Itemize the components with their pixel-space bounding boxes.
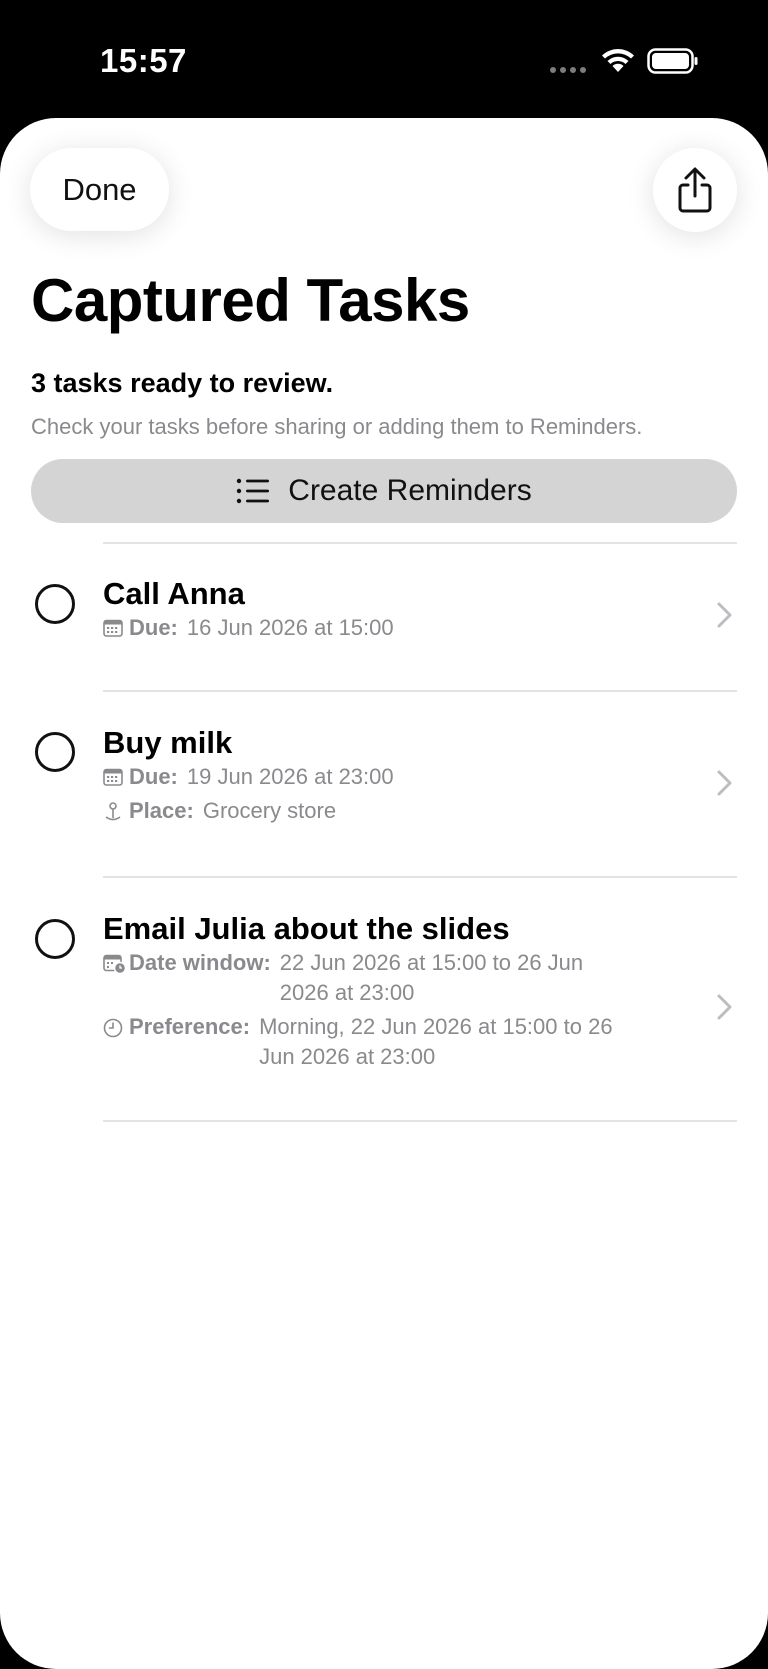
task-meta-due: Due: 19 Jun 2026 at 23:00 <box>103 762 394 792</box>
create-reminders-label: Create Reminders <box>288 474 532 507</box>
task-title: Call Anna <box>103 576 245 611</box>
task-title: Email Julia about the slides <box>103 911 510 946</box>
task-row[interactable]: Call Anna Due: 16 Jun 2026 at 15:00 <box>0 544 768 690</box>
meta-value: 16 Jun 2026 at 15:00 <box>186 615 394 640</box>
calendar-clock-icon <box>103 948 129 1008</box>
status-bar: 15:57 <box>0 0 768 118</box>
task-complete-circle[interactable] <box>35 919 75 959</box>
sheet: Done Captured Tasks 3 tasks ready to rev… <box>0 118 768 1669</box>
chevron-right-icon <box>717 602 732 628</box>
battery-icon <box>647 48 698 74</box>
task-meta-due: Due: 16 Jun 2026 at 15:00 <box>103 613 394 643</box>
calendar-icon <box>103 613 129 643</box>
meta-value: 22 Jun 2026 at 15:00 to 26 Jun 2026 at 2… <box>279 950 584 1005</box>
meta-label: Due: <box>129 615 178 640</box>
divider <box>103 1120 737 1122</box>
list-icon <box>237 478 270 504</box>
wifi-icon <box>602 49 634 72</box>
share-icon <box>678 167 712 213</box>
page-subtitle: Check your tasks before sharing or addin… <box>31 414 643 439</box>
meta-label: Place: <box>129 798 194 823</box>
task-row[interactable]: Email Julia about the slides Date window… <box>0 878 768 1120</box>
calendar-icon <box>103 762 129 792</box>
task-meta-preference: Preference: Morning, 22 Jun 2026 at 15:0… <box>103 1012 613 1072</box>
chevron-right-icon <box>717 770 732 796</box>
task-meta-date-window: Date window: 22 Jun 2026 at 15:00 to 26 … <box>103 948 583 1008</box>
meta-value: Grocery store <box>202 798 337 823</box>
meta-label: Preference: <box>129 1014 251 1039</box>
task-complete-circle[interactable] <box>35 584 75 624</box>
meta-value: Morning, 22 Jun 2026 at 15:00 to 26 Jun … <box>259 1014 613 1069</box>
share-button[interactable] <box>653 148 737 232</box>
task-meta-place: Place: Grocery store <box>103 796 336 826</box>
meta-label: Date window: <box>129 950 271 975</box>
meta-value: 19 Jun 2026 at 23:00 <box>186 764 394 789</box>
signal-dots-icon <box>550 67 588 75</box>
task-summary: 3 tasks ready to review. <box>31 368 334 398</box>
task-complete-circle[interactable] <box>35 732 75 772</box>
create-reminders-button[interactable]: Create Reminders <box>31 459 737 523</box>
meta-label: Due: <box>129 764 178 789</box>
status-time: 15:57 <box>100 42 187 79</box>
task-row[interactable]: Buy milk Due: 19 Jun 2026 at 23:00 Place… <box>0 692 768 876</box>
clock-icon <box>103 1012 129 1072</box>
task-title: Buy milk <box>103 725 233 760</box>
pin-icon <box>103 796 129 826</box>
page-title: Captured Tasks <box>31 267 470 334</box>
done-button[interactable]: Done <box>30 148 169 231</box>
chevron-right-icon <box>717 994 732 1020</box>
